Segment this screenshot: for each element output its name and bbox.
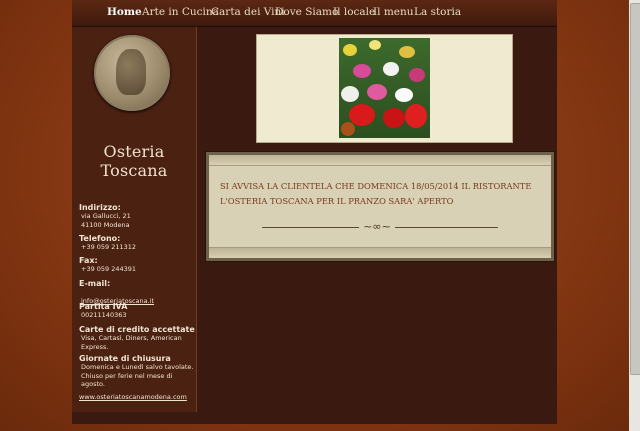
phone-label: Telefono:: [79, 234, 121, 243]
nav-dove-siamo[interactable]: Dove Siamo: [275, 6, 338, 18]
cards-value: Visa, Cartasì, Diners, American Express.: [81, 334, 182, 351]
fax-value: +39 059 244391: [81, 265, 137, 273]
announcement-bottom-bar: [209, 247, 551, 258]
vertical-scrollbar[interactable]: [629, 0, 640, 431]
vat-block: Partita IVA 00211140363: [79, 302, 127, 320]
fax-block: Fax: +39 059 244391: [79, 256, 136, 274]
nav-carta-dei-vini[interactable]: Carta dei Vini: [211, 6, 285, 18]
vat-value: 00211140363: [81, 311, 127, 319]
portrait-icon: [116, 49, 146, 95]
scrollbar-thumb[interactable]: [630, 3, 640, 375]
email-label: E-mail:: [79, 279, 111, 288]
address-label: Indirizzo:: [79, 203, 121, 212]
nav-arte-in-cucina[interactable]: Arte in Cucina: [142, 6, 219, 18]
top-navigation: Home Arte in Cucina Carta dei Vini Dove …: [72, 0, 557, 27]
announcement-box: SI AVVISA LA CLIENTELA CHE DOMENICA 18/0…: [206, 152, 554, 261]
nav-il-menu[interactable]: Il menu: [373, 6, 414, 18]
address-block: Indirizzo: via Gallucci, 21 41100 Modena: [79, 203, 131, 229]
nav-la-storia[interactable]: La storia: [414, 6, 461, 18]
vat-label: Partita IVA: [79, 302, 128, 311]
nav-home[interactable]: Home: [107, 6, 142, 18]
announcement-text: SI AVVISA LA CLIENTELA CHE DOMENICA 18/0…: [220, 181, 532, 206]
phone-value: +39 059 211312: [81, 243, 137, 251]
flower-photo-icon: [339, 38, 430, 138]
address-value: via Gallucci, 21 41100 Modena: [81, 212, 131, 229]
cards-label: Carte di credito accettate: [79, 325, 195, 334]
ornament-icon: ~∞~: [359, 220, 395, 233]
photo-frame: [256, 34, 513, 143]
website-link[interactable]: www.osteriatoscanamodena.com: [79, 393, 187, 401]
closing-label: Giornate di chiusura: [79, 354, 171, 363]
phone-block: Telefono: +39 059 211312: [79, 234, 136, 252]
cards-block: Carte di credito accettate Visa, Cartasì…: [79, 325, 195, 351]
brand-title: Osteria Toscana: [100, 142, 168, 180]
announcement-top-bar: [209, 155, 551, 166]
nav-il-locale[interactable]: Il locale: [333, 6, 375, 18]
website-block: www.osteriatoscanamodena.com: [79, 384, 187, 403]
fax-label: Fax:: [79, 256, 98, 265]
page-container: Home Arte in Cucina Carta dei Vini Dove …: [72, 0, 557, 424]
sidebar: Osteria Toscana Indirizzo: via Gallucci,…: [72, 27, 197, 412]
medallion-icon: [94, 35, 170, 111]
